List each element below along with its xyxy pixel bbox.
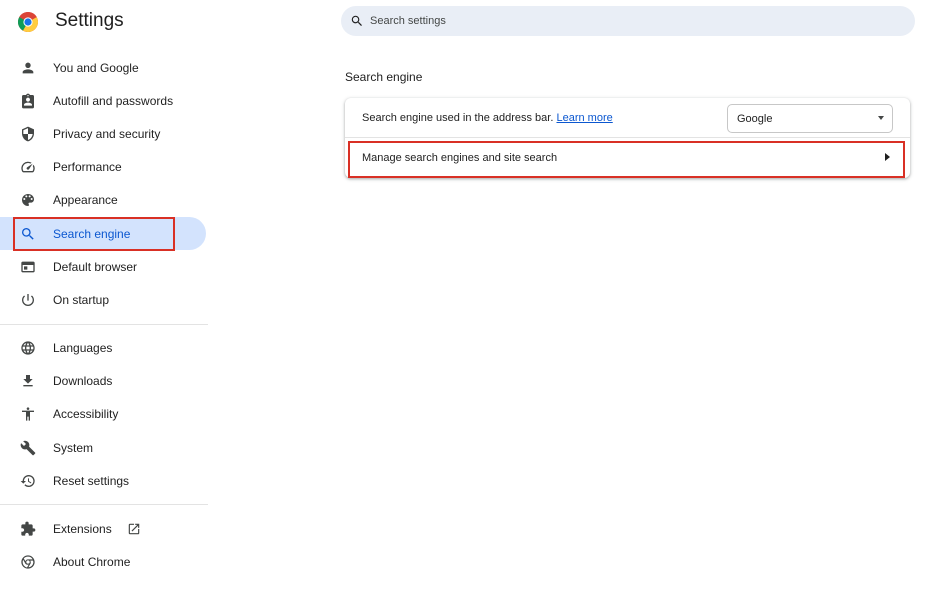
sidebar-item-search-engine[interactable]: Search engine: [0, 216, 206, 251]
sidebar-item-label: Extensions: [53, 522, 112, 537]
divider: [0, 323, 208, 325]
sidebar-item-appearance[interactable]: Appearance: [0, 184, 208, 217]
download-icon: [20, 373, 36, 389]
sidebar-item-label: Appearance: [53, 193, 118, 208]
search-bar[interactable]: [341, 6, 915, 36]
power-icon: [20, 292, 36, 308]
search-engine-select-value: Google: [737, 112, 773, 125]
learn-more-link[interactable]: Learn more: [556, 112, 612, 124]
sidebar-item-performance[interactable]: Performance: [0, 151, 208, 184]
sidebar-item-system[interactable]: System: [0, 431, 208, 464]
sidebar-item-languages[interactable]: Languages: [0, 332, 208, 365]
sidebar-item-on-startup[interactable]: On startup: [0, 283, 208, 316]
chrome-logo: [18, 12, 38, 32]
section-title: Search engine: [345, 70, 423, 84]
sidebar-item-accessibility[interactable]: Accessibility: [0, 398, 208, 431]
manage-search-engines-label: Manage search engines and site search: [362, 152, 558, 164]
chevron-right-icon: [885, 153, 890, 161]
search-engine-card: Search engine used in the address bar. L…: [345, 98, 910, 178]
address-bar-engine-label: Search engine used in the address bar. L…: [362, 112, 613, 124]
sidebar-item-reset-settings[interactable]: Reset settings: [0, 464, 208, 497]
page-title: Settings: [55, 10, 124, 31]
accessibility-icon: [20, 406, 36, 422]
history-icon: [20, 473, 36, 489]
puzzle-icon: [20, 521, 36, 537]
open-in-new-icon: [127, 522, 141, 536]
sidebar-item-label: Accessibility: [53, 407, 119, 422]
clipboard-icon: [20, 93, 36, 109]
sidebar-item-extensions[interactable]: Extensions: [0, 512, 208, 545]
shield-icon: [20, 126, 36, 142]
header: Settings: [0, 0, 950, 44]
palette-icon: [20, 192, 36, 208]
sidebar-item-label: Search engine: [53, 226, 131, 241]
sidebar-item-default-browser[interactable]: Default browser: [0, 250, 208, 283]
sidebar-item-label: You and Google: [53, 60, 139, 75]
sidebar: You and Google Autofill and passwords Pr…: [0, 51, 208, 579]
divider: [0, 504, 208, 506]
sidebar-item-autofill[interactable]: Autofill and passwords: [0, 84, 208, 117]
sidebar-item-label: Performance: [53, 160, 122, 175]
sidebar-item-downloads[interactable]: Downloads: [0, 365, 208, 398]
search-input[interactable]: [370, 15, 870, 27]
sidebar-item-label: On startup: [53, 292, 110, 307]
globe-icon: [20, 340, 36, 356]
sidebar-item-label: Default browser: [53, 259, 138, 274]
manage-search-engines-row[interactable]: Manage search engines and site search: [345, 138, 910, 178]
sidebar-item-label: Autofill and passwords: [53, 93, 174, 108]
browser-window-icon: [20, 259, 36, 275]
address-bar-engine-text: Search engine used in the address bar.: [362, 112, 554, 124]
sidebar-item-about-chrome[interactable]: About Chrome: [0, 546, 208, 579]
speedometer-icon: [20, 159, 36, 175]
sidebar-item-label: Languages: [53, 341, 113, 356]
sidebar-item-label: About Chrome: [53, 555, 131, 570]
sidebar-item-you-and-google[interactable]: You and Google: [0, 51, 208, 84]
wrench-icon: [20, 440, 36, 456]
dropdown-arrow-icon: [878, 116, 884, 120]
address-bar-engine-row: Search engine used in the address bar. L…: [345, 98, 910, 138]
search-icon: [20, 226, 36, 242]
sidebar-item-label: Reset settings: [53, 473, 130, 488]
search-icon: [351, 15, 362, 26]
search-engine-select[interactable]: Google: [727, 104, 893, 133]
sidebar-item-label: Downloads: [53, 374, 113, 389]
sidebar-item-label: System: [53, 440, 94, 455]
sidebar-item-label: Privacy and security: [53, 126, 161, 141]
sidebar-item-privacy[interactable]: Privacy and security: [0, 117, 208, 150]
person-icon: [20, 60, 36, 76]
chrome-icon: [20, 554, 36, 570]
